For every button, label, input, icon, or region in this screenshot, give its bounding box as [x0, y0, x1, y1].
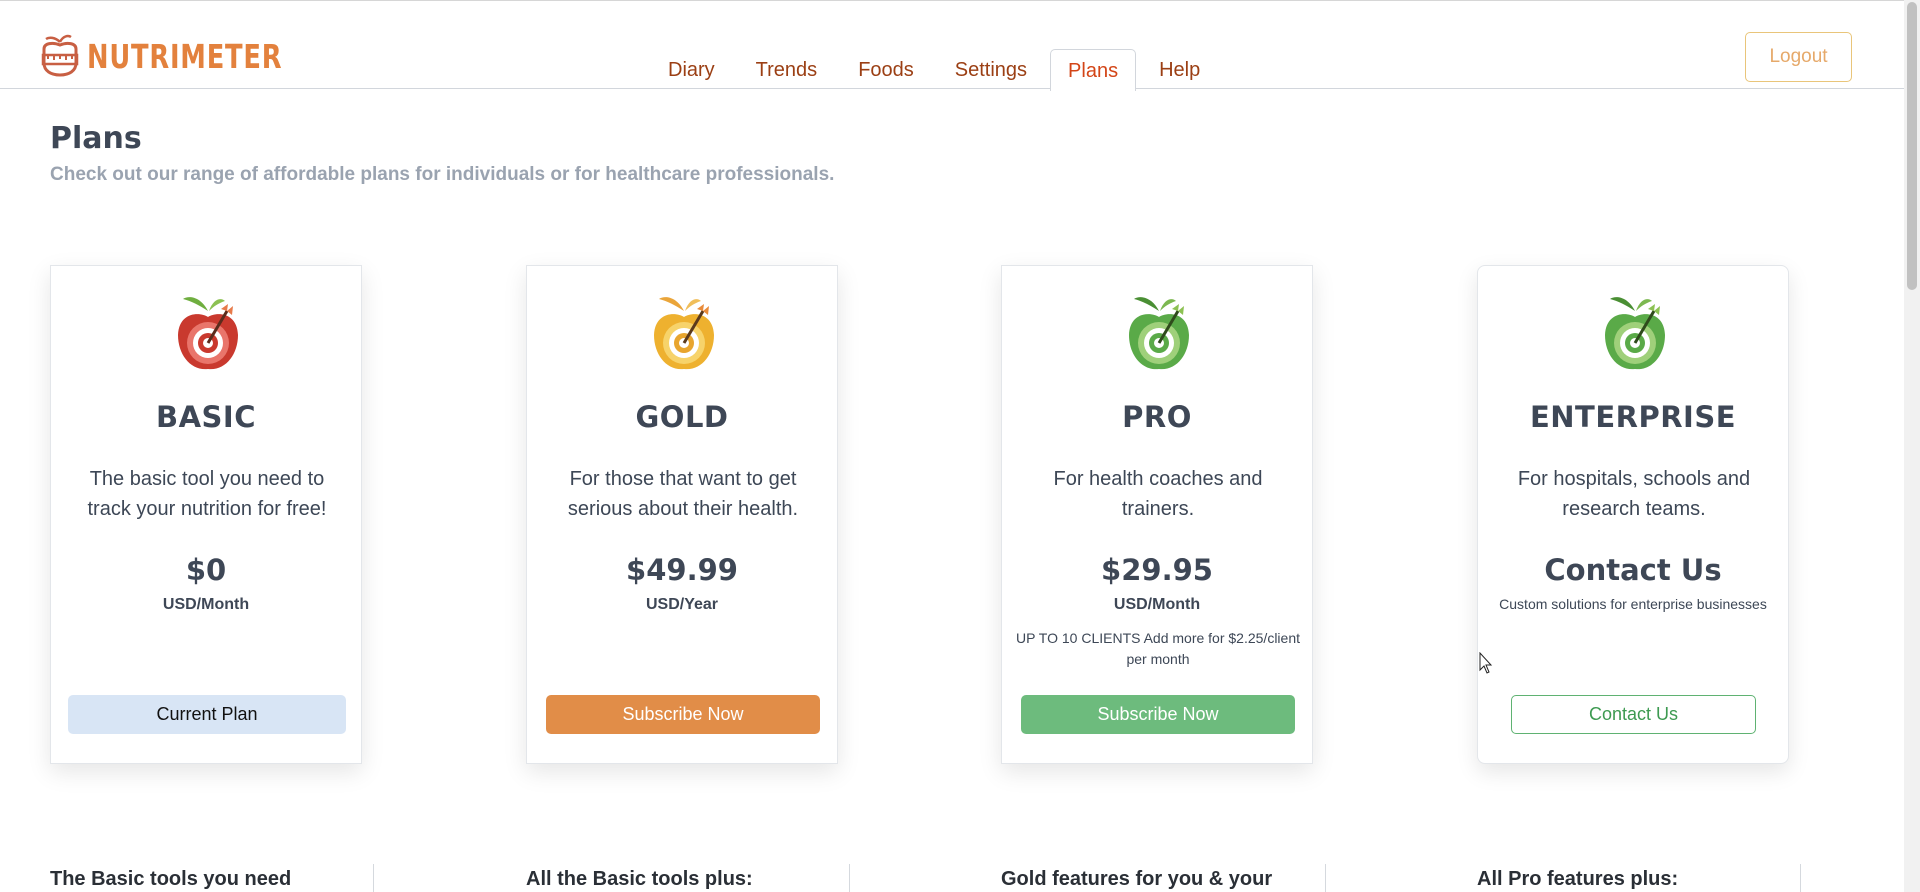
plan-name: BASIC [155, 400, 256, 434]
page-title: Plans [50, 121, 142, 156]
plan-card-basic: BASIC The basic tool you need to track y… [50, 265, 362, 764]
brand-name: NUTRIMETER [87, 36, 283, 76]
main-nav: Diary Trends Foods Settings Plans Help [650, 49, 1223, 91]
page-subtitle: Check out our range of affordable plans … [50, 164, 835, 185]
plan-card-enterprise: ENTERPRISE For hospitals, schools and re… [1477, 265, 1789, 764]
contact-us-button[interactable]: Contact Us [1511, 695, 1756, 734]
plan-description: For those that want to get serious about… [567, 468, 799, 520]
plan-period: USD/Year [645, 596, 719, 613]
green-apple-target-icon [1605, 297, 1665, 370]
header: NUTRIMETER Diary Trends Foods Settings P… [0, 0, 1904, 91]
mouse-cursor-icon [1479, 652, 1493, 674]
subscribe-pro-button[interactable]: Subscribe Now [1021, 695, 1295, 734]
plan-period: USD/Month [162, 596, 250, 613]
tab-plans[interactable]: Plans [1050, 49, 1137, 91]
column-divider [1325, 864, 1326, 892]
column-divider [373, 864, 374, 892]
tab-foods[interactable]: Foods [840, 49, 932, 90]
tab-diary[interactable]: Diary [650, 49, 733, 90]
green-apple-target-icon [1129, 297, 1189, 370]
plan-note: Custom solutions for enterprise business… [1499, 596, 1767, 612]
features-heading-gold: All the Basic tools plus: [526, 868, 753, 890]
tab-help[interactable]: Help [1141, 49, 1218, 90]
scrollbar-thumb[interactable] [1907, 2, 1917, 290]
tab-settings[interactable]: Settings [937, 49, 1045, 90]
plan-name: PRO [1122, 400, 1192, 434]
vertical-scrollbar[interactable] [1904, 0, 1920, 892]
column-divider [849, 864, 850, 892]
gold-apple-target-icon [654, 297, 714, 370]
red-apple-target-icon [178, 297, 238, 370]
features-heading-pro: Gold features for you & your [1001, 868, 1273, 890]
plan-price: $49.99 [626, 553, 738, 587]
plan-description: The basic tool you need to track your nu… [87, 468, 327, 520]
logout-button[interactable]: Logout [1745, 32, 1852, 82]
features-heading-enterprise: All Pro features plus: [1477, 868, 1679, 890]
plan-price: $0 [185, 553, 227, 587]
brand-logo[interactable]: NUTRIMETER [37, 33, 337, 79]
plan-name: ENTERPRISE [1529, 400, 1737, 434]
plan-card-pro: PRO For health coaches and trainers. $29… [1001, 265, 1313, 764]
apple-scale-icon [41, 34, 79, 77]
column-divider [1800, 864, 1801, 892]
plan-description: For hospitals, schools and research team… [1517, 468, 1751, 520]
current-plan-button[interactable]: Current Plan [68, 695, 346, 734]
plan-note: UP TO 10 CLIENTS Add more for $2.25/clie… [1015, 630, 1301, 667]
plan-period: USD/Month [1113, 596, 1201, 613]
tab-trends[interactable]: Trends [738, 49, 836, 90]
plan-description: For health coaches and trainers. [1053, 468, 1263, 520]
subscribe-gold-button[interactable]: Subscribe Now [546, 695, 820, 734]
plan-name: GOLD [635, 400, 729, 434]
plan-price: $29.95 [1101, 553, 1213, 587]
plan-price: Contact Us [1544, 553, 1722, 587]
features-heading-basic: The Basic tools you need [50, 868, 292, 890]
plan-card-gold: GOLD For those that want to get serious … [526, 265, 838, 764]
